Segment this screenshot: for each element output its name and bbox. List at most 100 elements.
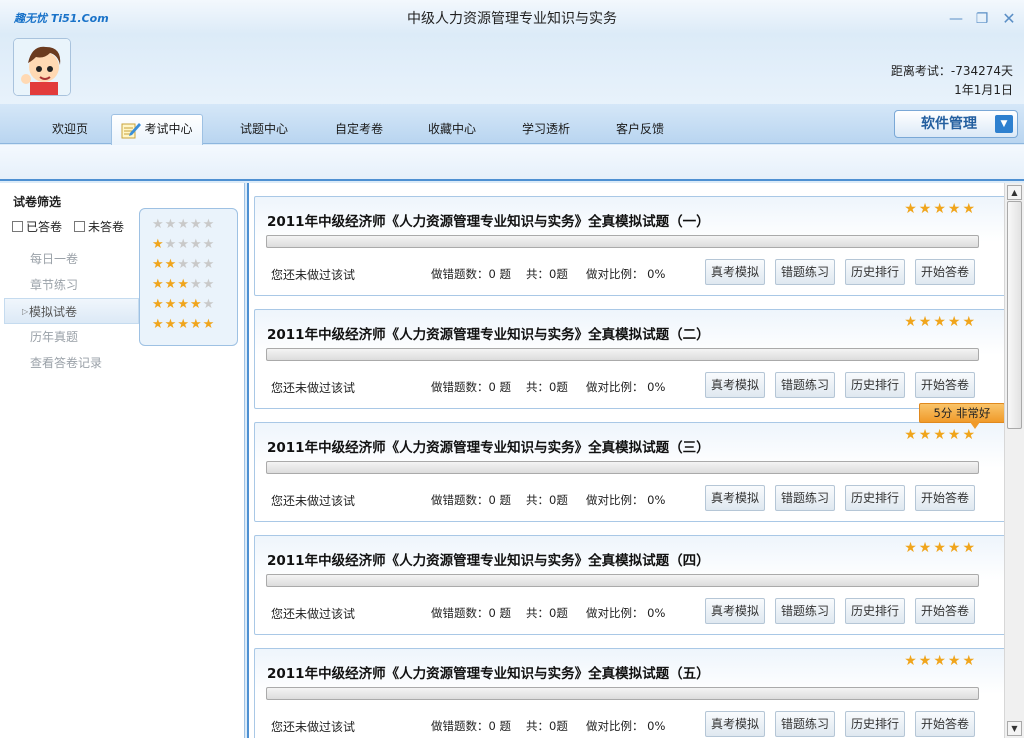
tab-question-center[interactable]: 试题中心	[230, 116, 298, 144]
minimize-icon[interactable]: —	[948, 12, 964, 26]
star-icon: ★	[202, 277, 216, 292]
star-icon: ★	[933, 201, 948, 217]
tab-favorites[interactable]: 收藏中心	[418, 116, 486, 144]
paper-title: 2011年中级经济师《人力资源管理专业知识与实务》全真模拟试题（三）	[267, 440, 710, 456]
star-icon: ★	[177, 317, 190, 332]
paper-status: 您还未做过该试	[271, 607, 356, 621]
close-icon[interactable]: ✕	[1001, 11, 1017, 27]
ranking-button[interactable]: 历史排行	[845, 598, 905, 624]
tab-label: 学习透析	[521, 122, 570, 136]
star-icon: ★	[904, 314, 919, 330]
title-bar: 趣无忧 Ti51.Com 中级人力资源管理专业知识与实务 — ❐ ✕	[0, 0, 1024, 34]
paper-card: 2011年中级经济师《人力资源管理专业知识与实务》全真模拟试题（二） ★★★★★ 您…	[254, 309, 1004, 409]
wrong-count: 做错题数：0 题	[431, 267, 511, 281]
tab-custom-paper[interactable]: 自定考卷	[325, 116, 393, 144]
star-icon: ★	[152, 237, 165, 252]
correct-ratio: 做对比例： 0%	[586, 606, 666, 620]
star-filter-row[interactable]: ★★★★★	[152, 255, 237, 275]
sidebar-item-label: 章节练习	[30, 278, 79, 292]
scrollbar-thumb[interactable]	[1007, 201, 1022, 429]
rating-stars[interactable]: ★★★★★	[904, 201, 977, 217]
star-icon: ★	[202, 257, 216, 272]
answered-checkbox[interactable]: 已答卷	[12, 218, 62, 235]
start-answer-button[interactable]: 开始答卷	[915, 485, 975, 511]
star-filter-row[interactable]: ★★★★★	[152, 215, 237, 235]
user-avatar[interactable]	[13, 38, 71, 96]
star-icon: ★	[933, 427, 948, 443]
star-filter-row[interactable]: ★★★★★	[152, 235, 237, 255]
star-icon: ★	[933, 540, 948, 556]
cartoon-boy-icon	[14, 39, 70, 95]
star-icon: ★	[189, 257, 203, 272]
paper-card: 2011年中级经济师《人力资源管理专业知识与实务》全真模拟试题（四） ★★★★★ 您…	[254, 535, 1004, 635]
rating-stars[interactable]: ★★★★★	[904, 314, 977, 330]
paper-card: 2011年中级经济师《人力资源管理专业知识与实务》全真模拟试题（五） ★★★★★ 您…	[254, 648, 1004, 738]
star-icon: ★	[202, 217, 216, 232]
rating-stars[interactable]: ★★★★★	[904, 540, 977, 556]
checkbox-label: 未答卷	[88, 220, 125, 234]
wrong-questions-button[interactable]: 错题练习	[775, 259, 835, 285]
ranking-button[interactable]: 历史排行	[845, 485, 905, 511]
ranking-button[interactable]: 历史排行	[845, 259, 905, 285]
star-icon: ★	[904, 427, 919, 443]
tab-study-analysis[interactable]: 学习透析	[512, 116, 580, 144]
start-answer-button[interactable]: 开始答卷	[915, 259, 975, 285]
tab-feedback[interactable]: 客户反馈	[606, 116, 674, 144]
paper-card: 5分 非常好 2011年中级经济师《人力资源管理专业知识与实务》全真模拟试题（三）…	[254, 403, 1004, 522]
real-exam-button[interactable]: 真考模拟	[705, 259, 765, 285]
star-icon: ★	[202, 317, 216, 332]
star-icon: ★	[164, 217, 178, 232]
scroll-up-icon[interactable]: ▲	[1007, 185, 1022, 200]
star-icon: ★	[177, 297, 190, 312]
exam-countdown: 距离考试：-734274天 1年1月1日	[891, 62, 1013, 100]
star-rating-filter: ★★★★★ ★★★★★ ★★★★★ ★★★★★ ★★★★★ ★★★★★	[139, 208, 238, 346]
app-title: 中级人力资源管理专业知识与实务	[407, 11, 617, 27]
checkbox-box	[74, 221, 85, 232]
wrong-questions-button[interactable]: 错题练习	[775, 485, 835, 511]
ranking-button[interactable]: 历史排行	[845, 711, 905, 737]
paper-title: 2011年中级经济师《人力资源管理专业知识与实务》全真模拟试题（二）	[267, 327, 710, 343]
rating-stars[interactable]: ★★★★★	[904, 653, 977, 669]
start-answer-button[interactable]: 开始答卷	[915, 598, 975, 624]
star-icon: ★	[947, 201, 963, 217]
star-icon: ★	[947, 653, 963, 669]
ranking-button[interactable]: 历史排行	[845, 372, 905, 398]
star-icon: ★	[904, 653, 919, 669]
sidebar-item-label: 查看答卷记录	[30, 356, 103, 370]
tab-welcome[interactable]: 欢迎页	[38, 116, 102, 144]
real-exam-button[interactable]: 真考模拟	[705, 372, 765, 398]
correct-ratio: 做对比例： 0%	[586, 493, 666, 507]
vertical-scrollbar[interactable]: ▲ ▼	[1004, 183, 1024, 738]
star-filter-row[interactable]: ★★★★★	[152, 315, 237, 335]
filter-title: 试卷筛选	[13, 195, 62, 209]
checkbox-box	[12, 221, 23, 232]
scroll-down-icon[interactable]: ▼	[1007, 721, 1022, 736]
real-exam-button[interactable]: 真考模拟	[705, 598, 765, 624]
header: 距离考试：-734274天 1年1月1日	[0, 34, 1024, 104]
software-management-button[interactable]: 软件管理 ▼	[894, 110, 1018, 138]
sidebar-item-answer-history[interactable]: 查看答卷记录	[0, 350, 245, 376]
wrong-questions-button[interactable]: 错题练习	[775, 372, 835, 398]
star-filter-row[interactable]: ★★★★★	[152, 295, 237, 315]
wrong-questions-button[interactable]: 错题练习	[775, 711, 835, 737]
wrong-count: 做错题数：0 题	[431, 380, 511, 394]
star-icon: ★	[164, 257, 178, 272]
star-icon: ★	[918, 653, 934, 669]
star-icon: ★	[962, 314, 977, 330]
restore-icon[interactable]: ❐	[974, 12, 990, 26]
start-answer-button[interactable]: 开始答卷	[915, 711, 975, 737]
tab-exam-center[interactable]: 考试中心	[111, 114, 203, 145]
paper-status: 您还未做过该试	[271, 381, 356, 395]
real-exam-button[interactable]: 真考模拟	[705, 485, 765, 511]
star-icon: ★	[189, 237, 203, 252]
star-icon: ★	[189, 317, 203, 332]
start-answer-button[interactable]: 开始答卷	[915, 372, 975, 398]
unanswered-checkbox[interactable]: 未答卷	[74, 218, 124, 235]
rating-stars[interactable]: ★★★★★	[904, 427, 977, 443]
star-icon: ★	[918, 201, 934, 217]
sidebar-item-mock-papers[interactable]: ▷ 模拟试卷	[4, 298, 139, 324]
real-exam-button[interactable]: 真考模拟	[705, 711, 765, 737]
paper-title: 2011年中级经济师《人力资源管理专业知识与实务》全真模拟试题（一）	[267, 214, 710, 230]
wrong-questions-button[interactable]: 错题练习	[775, 598, 835, 624]
star-filter-row[interactable]: ★★★★★	[152, 275, 237, 295]
